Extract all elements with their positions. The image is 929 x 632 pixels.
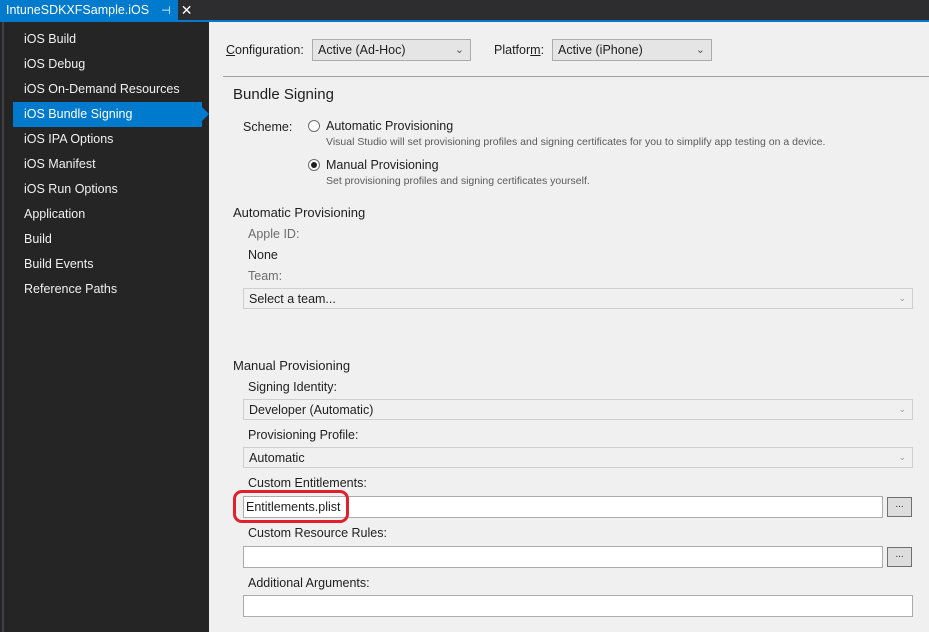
sidebar-item-application[interactable]: Application (13, 202, 209, 227)
chevron-down-icon: ⌄ (898, 404, 906, 414)
nav-list: iOS Build iOS Debug iOS On-Demand Resour… (13, 27, 209, 302)
sidebar-item-build[interactable]: Build (13, 227, 209, 252)
signing-identity-select[interactable]: Developer (Automatic) ⌄ (243, 399, 913, 420)
chevron-down-icon: ⌄ (695, 44, 705, 56)
custom-entitlements-input[interactable]: Entitlements.plist (243, 496, 883, 518)
signing-identity-value: Developer (Automatic) (249, 402, 374, 417)
custom-resource-rules-label: Custom Resource Rules: (248, 526, 387, 540)
page-title: Bundle Signing (233, 86, 334, 103)
team-select[interactable]: Select a team... ⌄ (243, 288, 913, 309)
sidebar-item-ios-run-options[interactable]: iOS Run Options (13, 177, 209, 202)
chevron-down-icon: ⌄ (898, 452, 906, 462)
custom-entitlements-browse-button[interactable]: ... (887, 497, 912, 517)
sidebar-item-ios-manifest[interactable]: iOS Manifest (13, 152, 209, 177)
provisioning-profile-label: Provisioning Profile: (248, 428, 359, 442)
sidebar-item-ios-build[interactable]: iOS Build (13, 27, 209, 52)
configuration-value: Active (Ad-Hoc) (318, 43, 406, 57)
platform-select[interactable]: Active (iPhone) ⌄ (552, 39, 712, 61)
divider (223, 76, 929, 77)
configuration-label: Configuration: (226, 43, 304, 57)
platform-label: Platform: (494, 43, 545, 57)
document-tab[interactable]: IntuneSDKXFSample.iOS ⊣ ✕ (0, 0, 192, 20)
close-icon[interactable]: ✕ (181, 3, 193, 17)
pin-icon[interactable]: ⊣ (161, 4, 171, 17)
project-properties-sidebar: iOS Build iOS Debug iOS On-Demand Resour… (0, 22, 209, 632)
manual-provisioning-radio[interactable] (308, 159, 320, 171)
document-tab-title: IntuneSDKXFSample.iOS (6, 3, 150, 17)
additional-arguments-input[interactable] (243, 595, 913, 617)
custom-resource-rules-input[interactable] (243, 546, 883, 568)
apple-id-value: None (248, 248, 278, 262)
sidebar-item-build-events[interactable]: Build Events (13, 252, 209, 277)
manual-provisioning-heading: Manual Provisioning (233, 358, 351, 373)
team-label: Team: (248, 269, 283, 283)
custom-entitlements-value: Entitlements.plist (246, 500, 341, 514)
bundle-signing-page: Configuration: Active (Ad-Hoc) ⌄ Platfor… (209, 22, 929, 632)
additional-arguments-label: Additional Arguments: (248, 576, 370, 590)
provisioning-profile-value: Automatic (249, 450, 305, 465)
apple-id-label: Apple ID: (248, 227, 300, 241)
custom-resource-rules-browse-button[interactable]: ... (887, 547, 912, 567)
scheme-label: Scheme: (243, 120, 293, 134)
automatic-provisioning-option-label[interactable]: Automatic Provisioning (326, 119, 453, 133)
provisioning-profile-select[interactable]: Automatic ⌄ (243, 447, 913, 468)
document-tab-strip: IntuneSDKXFSample.iOS ⊣ ✕ (0, 0, 929, 22)
manual-provisioning-option-label[interactable]: Manual Provisioning (326, 158, 439, 172)
custom-entitlements-label: Custom Entitlements: (248, 476, 367, 490)
sidebar-item-ios-debug[interactable]: iOS Debug (13, 52, 209, 77)
automatic-provisioning-heading: Automatic Provisioning (233, 205, 366, 220)
sidebar-edge (2, 22, 4, 632)
automatic-provisioning-radio[interactable] (308, 120, 320, 132)
signing-identity-label: Signing Identity: (248, 380, 337, 394)
chevron-down-icon: ⌄ (898, 293, 906, 303)
configuration-select[interactable]: Active (Ad-Hoc) ⌄ (312, 39, 471, 61)
sidebar-item-ios-on-demand-resources[interactable]: iOS On-Demand Resources (13, 77, 209, 102)
sidebar-item-reference-paths[interactable]: Reference Paths (13, 277, 209, 302)
automatic-provisioning-description: Visual Studio will set provisioning prof… (326, 136, 826, 148)
manual-provisioning-description: Set provisioning profiles and signing ce… (326, 175, 590, 187)
platform-value: Active (iPhone) (558, 43, 643, 57)
team-placeholder: Select a team... (249, 291, 336, 306)
sidebar-item-ios-ipa-options[interactable]: iOS IPA Options (13, 127, 209, 152)
chevron-down-icon: ⌄ (454, 44, 464, 56)
sidebar-item-ios-bundle-signing[interactable]: iOS Bundle Signing (13, 102, 209, 127)
